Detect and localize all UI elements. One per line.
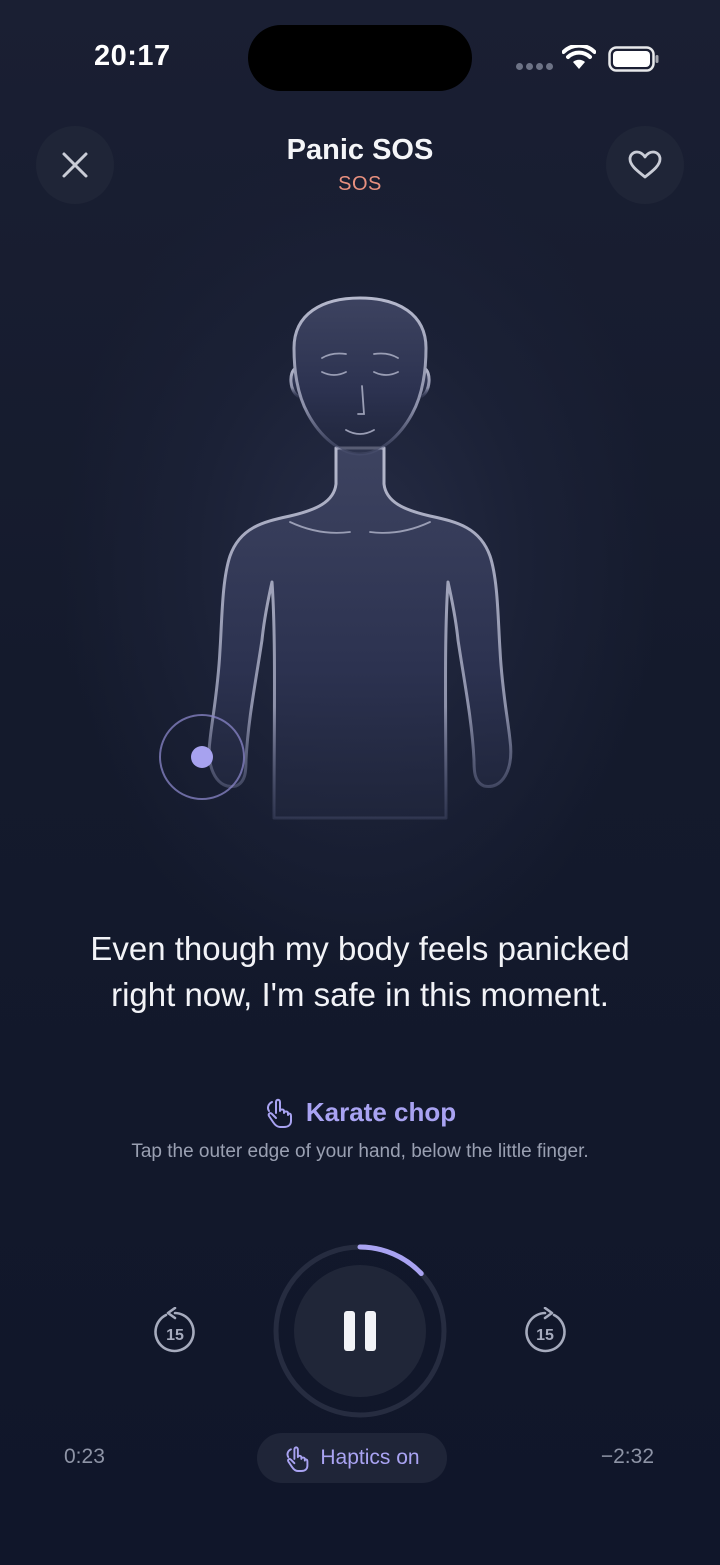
body-silhouette [207, 296, 513, 820]
haptics-label: Haptics on [320, 1446, 420, 1469]
affirmation-line-1: Even though my body feels panicked [90, 930, 630, 967]
panic-sos-screen: 20:17 Panic SOS SOS Even though my body … [0, 0, 720, 1565]
wifi-icon [562, 45, 596, 69]
tap-hand-icon [266, 1098, 292, 1128]
skip-forward-15-button[interactable]: 15 [522, 1307, 568, 1357]
pause-icon [344, 1311, 376, 1351]
tap-hand-icon [286, 1446, 309, 1472]
pause-button[interactable] [294, 1265, 426, 1397]
haptics-toggle[interactable]: Haptics on [257, 1433, 447, 1483]
battery-icon [608, 46, 659, 72]
favorite-button[interactable] [606, 126, 684, 204]
heart-icon [628, 150, 662, 179]
tapping-step: Karate chop [0, 1095, 720, 1129]
step-description: Tap the outer edge of your hand, below t… [131, 1141, 589, 1162]
affirmation-text: Even though my body feels panicked right… [40, 926, 680, 1018]
skip-back-label: 15 [166, 1327, 184, 1344]
elapsed-time: 0:23 [64, 1445, 105, 1468]
step-title: Karate chop [305, 1096, 457, 1127]
affirmation-line-2: right now, I'm safe in this moment. [111, 976, 609, 1013]
skip-back-15-button[interactable]: 15 [152, 1307, 198, 1357]
body-illustration [159, 296, 513, 820]
dynamic-island [248, 25, 472, 91]
cellular-signal-icon [516, 63, 553, 70]
status-time: 20:17 [94, 40, 171, 72]
skip-forward-label: 15 [536, 1327, 554, 1344]
remaining-time: −2:32 [600, 1445, 654, 1468]
